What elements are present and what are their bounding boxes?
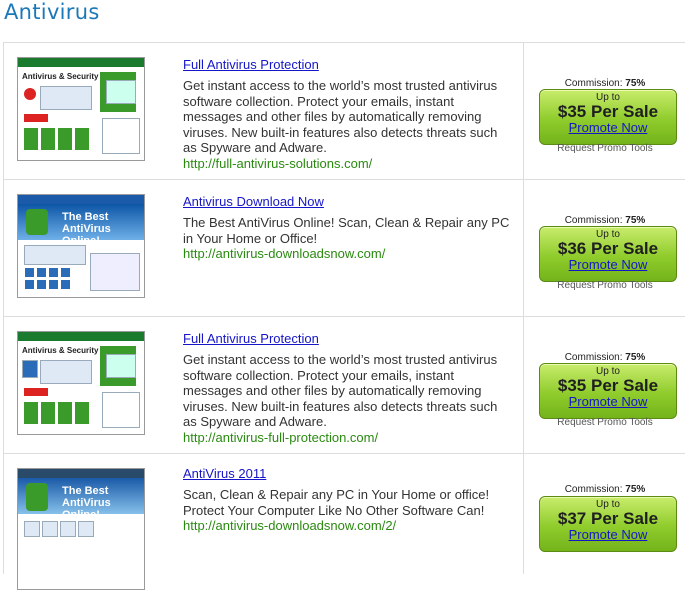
thumbnail-heading: Antivirus & Security (22, 346, 99, 355)
per-sale-button[interactable]: Up to $37 Per Sale Promote Now (539, 496, 677, 552)
product-table: Antivirus & Security Full Antivirus Prot… (3, 42, 685, 590)
per-sale-button[interactable]: Up to $35 Per Sale Promote Now (539, 363, 677, 419)
product-url: http://antivirus-downloadsnow.com/ (183, 246, 386, 261)
product-row: The Best AntiVirus Online! AntiVirus 201… (3, 454, 685, 590)
promote-now-link[interactable]: Promote Now (540, 258, 676, 271)
thumbnail-heading: Antivirus & Security (22, 72, 99, 81)
commission-text: Commission: 75% (564, 78, 646, 89)
product-title-link[interactable]: Antivirus Download Now (183, 194, 513, 209)
per-sale-button[interactable]: Up to $35 Per Sale Promote Now (539, 89, 677, 145)
product-thumbnail[interactable]: The Best AntiVirus Online! (17, 468, 145, 590)
product-url: http://antivirus-full-protection.com/ (183, 429, 379, 445)
product-info: Antivirus Download Now The Best AntiViru… (183, 194, 513, 262)
product-thumbnail[interactable]: Antivirus & Security (17, 57, 145, 161)
product-thumbnail[interactable]: The Best AntiVirus Online! (17, 194, 145, 298)
price-label: $35 Per Sale (557, 102, 659, 121)
commission-column: Commission: 75% Up to $35 Per Sale Promo… (524, 43, 685, 179)
commission-column: Commission: 75% Up to $35 Per Sale Promo… (524, 317, 685, 453)
product-info: Full Antivirus Protection Get instant ac… (183, 57, 513, 172)
request-promo-tools-link[interactable]: Request Promo Tools (524, 417, 685, 428)
per-sale-button[interactable]: Up to $36 Per Sale Promote Now (539, 226, 677, 282)
request-promo-tools-link[interactable]: Request Promo Tools (524, 280, 685, 291)
thumbnail-heading: The Best AntiVirus Online! (62, 485, 111, 521)
product-title-link[interactable]: Full Antivirus Protection (183, 57, 513, 72)
product-url: http://antivirus-downloadsnow.com/2/ (183, 518, 397, 533)
commission-text: Commission: 75% (564, 215, 646, 226)
product-description: Get instant access to the world’s most t… (183, 78, 498, 155)
promote-now-link[interactable]: Promote Now (540, 121, 676, 134)
product-title-link[interactable]: Full Antivirus Protection (183, 331, 513, 346)
product-description: Get instant access to the world’s most t… (183, 352, 498, 429)
product-url: http://full-antivirus-solutions.com/ (183, 155, 373, 171)
price-label: $35 Per Sale (557, 376, 659, 395)
product-row: Antivirus & Security Full Antivirus Prot… (3, 317, 685, 454)
commission-column: Commission: 75% Up to $37 Per Sale Promo… (524, 454, 685, 574)
product-info: Full Antivirus Protection Get instant ac… (183, 331, 513, 446)
commission-column: Commission: 75% Up to $36 Per Sale Promo… (524, 180, 685, 316)
product-title-link[interactable]: AntiVirus 2011 (183, 466, 513, 481)
request-promo-tools-link[interactable]: Request Promo Tools (524, 143, 685, 154)
product-info: AntiVirus 2011 Scan, Clean & Repair any … (183, 466, 513, 534)
thumbnail-heading: The Best AntiVirus Online! (62, 211, 111, 247)
product-row: The Best AntiVirus Online! Antivirus Dow… (3, 180, 685, 317)
commission-text: Commission: 75% (564, 352, 646, 363)
promote-now-link[interactable]: Promote Now (540, 528, 676, 541)
product-thumbnail[interactable]: Antivirus & Security (17, 331, 145, 435)
promote-now-link[interactable]: Promote Now (540, 395, 676, 408)
product-description: Scan, Clean & Repair any PC in Your Home… (183, 487, 490, 518)
page-title: Antivirus (4, 0, 100, 24)
price-label: $37 Per Sale (557, 509, 659, 528)
commission-text: Commission: 75% (564, 484, 646, 495)
product-description: The Best AntiVirus Online! Scan, Clean &… (183, 215, 510, 246)
product-row: Antivirus & Security Full Antivirus Prot… (3, 43, 685, 180)
price-label: $36 Per Sale (557, 239, 659, 258)
